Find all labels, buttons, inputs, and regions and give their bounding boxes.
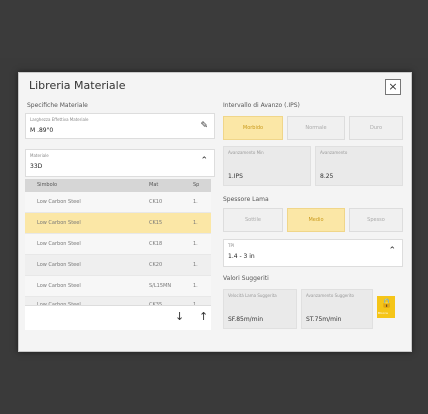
row-code: CK15 (149, 220, 163, 226)
edit-icon[interactable]: ✎ (200, 121, 208, 131)
suggested-blade-speed-box: Velocità Lama Suggerita SF.85m/min (223, 289, 297, 329)
row-code: CK18 (149, 241, 163, 247)
suggested-feed-value: ST.75m/min (306, 316, 342, 323)
feed-min-label: Avanzamento Min (228, 150, 264, 155)
row-value: 1. (193, 199, 198, 205)
chevron-up-icon[interactable]: ⌃ (200, 156, 208, 166)
tpi-value: 1.4 - 3 in (228, 253, 255, 260)
suggested-feed-label: Avanzamento Suggerito (306, 293, 354, 298)
row-value: 1. (193, 283, 198, 289)
material-width-value: M .89"0 (30, 127, 54, 134)
material-width-field[interactable]: Larghezza Effettiva Materiale M .89"0 ✎ (25, 113, 215, 139)
blade-medium-button[interactable]: Medio (287, 208, 345, 232)
row-name: Low Carbon Steel (37, 220, 81, 226)
header-symbol: Simbolo (37, 182, 58, 188)
row-name: Low Carbon Steel (37, 283, 81, 289)
material-select-label: Materiale (30, 153, 49, 158)
suggested-speed-label: Velocità Lama Suggerita (228, 293, 277, 298)
blade-thick-button[interactable]: Spesso (349, 208, 403, 232)
backdrop (0, 0, 428, 58)
blade-thin-button[interactable]: Sottile (223, 208, 283, 232)
table-row[interactable]: Low Carbon Steel CK15 1. (25, 213, 211, 234)
feed-normal-button[interactable]: Normale (287, 116, 345, 140)
material-select[interactable]: Materiale 33D ⌃ (25, 149, 215, 177)
feed-range-label: Intervallo di Avanzo (.IPS) (223, 102, 300, 109)
blade-thickness-label: Spessore Lama (223, 196, 269, 203)
suggested-feed-box: Avanzamento Suggerito ST.75m/min (301, 289, 373, 329)
feed-value: 8.25 (320, 173, 334, 180)
lock-button[interactable]: 🔒 Blocca (377, 296, 395, 318)
row-code: CK10 (149, 199, 163, 205)
feed-box: Avanzamento 8.25 (315, 146, 403, 186)
material-table: Simbolo Mat Sp Low Carbon Steel CK10 1. … (25, 179, 211, 313)
material-library-dialog: Libreria Materiale × Specifiche Material… (18, 72, 412, 352)
feed-label: Avanzamento (320, 150, 348, 155)
row-code: S/L15MN (149, 283, 172, 289)
material-select-value: 33D (30, 163, 43, 170)
lock-icon: 🔒 (381, 299, 393, 309)
feed-min-value: 1.IPS (228, 173, 243, 180)
table-nav-bar: ↓ ↑ (25, 305, 211, 330)
lock-label: Blocca (378, 311, 388, 315)
dialog-title: Libreria Materiale (29, 79, 126, 92)
arrow-up-icon[interactable]: ↑ (199, 310, 208, 323)
row-name: Low Carbon Steel (37, 262, 81, 268)
close-button[interactable]: × (385, 79, 401, 95)
table-row[interactable]: Low Carbon Steel CK18 1. (25, 234, 211, 255)
table-row[interactable]: Low Carbon Steel CK10 1. (25, 192, 211, 213)
row-value: 1. (193, 241, 198, 247)
chevron-up-icon[interactable]: ⌃ (388, 246, 396, 256)
dialog-titlebar: Libreria Materiale × (19, 73, 411, 99)
arrow-down-icon[interactable]: ↓ (175, 310, 184, 323)
material-width-label: Larghezza Effettiva Materiale (30, 117, 89, 122)
header-material: Mat (149, 182, 159, 188)
tpi-label: TPI (228, 243, 235, 248)
feed-hard-button[interactable]: Duro (349, 116, 403, 140)
table-row[interactable]: Low Carbon Steel CK20 1. (25, 255, 211, 276)
suggested-values-label: Valori Suggeriti (223, 275, 269, 282)
row-name: Low Carbon Steel (37, 241, 81, 247)
material-specs-label: Specifiche Materiale (27, 102, 88, 109)
table-row[interactable]: Low Carbon Steel S/L15MN 1. (25, 276, 211, 297)
row-code: CK20 (149, 262, 163, 268)
row-value: 1. (193, 262, 198, 268)
header-thickness: Sp (193, 182, 200, 188)
tpi-select[interactable]: TPI 1.4 - 3 in ⌃ (223, 239, 403, 267)
feed-soft-button[interactable]: Morbido (223, 116, 283, 140)
suggested-speed-value: SF.85m/min (228, 316, 264, 323)
row-value: 1. (193, 220, 198, 226)
table-header: Simbolo Mat Sp (25, 179, 211, 192)
row-name: Low Carbon Steel (37, 199, 81, 205)
feed-min-box: Avanzamento Min 1.IPS (223, 146, 311, 186)
